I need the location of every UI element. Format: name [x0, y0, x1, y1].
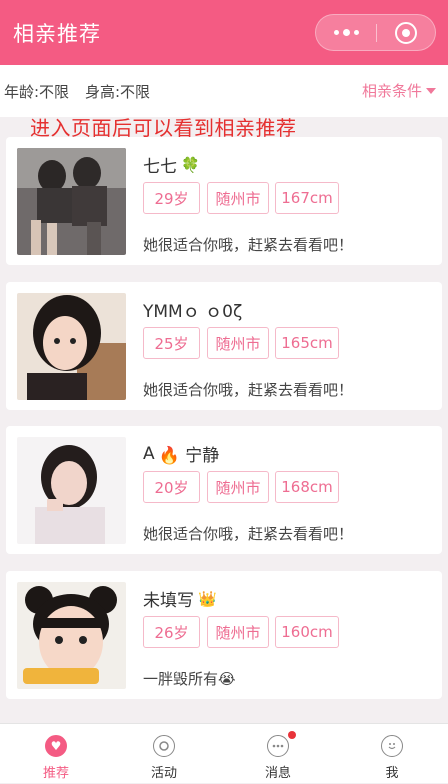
fire-icon: 🔥 宁静 [158, 446, 220, 466]
tab-bar: ♥ 推荐 活动 消息 我 [0, 723, 448, 783]
conditions-dropdown[interactable]: 相亲条件 [362, 80, 436, 101]
avatar[interactable] [17, 582, 126, 689]
profile-name: YMMｏ ｏ0ζ [143, 302, 243, 322]
filter-bar: 年龄:不限 身高:不限 相亲条件 [0, 65, 448, 117]
more-menu-button[interactable] [316, 15, 376, 50]
smile-icon [381, 735, 403, 757]
tab-me[interactable]: 我 [336, 724, 448, 784]
navbar: 相亲推荐 [0, 0, 448, 65]
avatar[interactable] [17, 293, 126, 400]
caret-down-icon [426, 87, 436, 94]
target-icon [153, 735, 175, 757]
age-tag: 26岁 [143, 616, 200, 648]
tab-recommend[interactable]: ♥ 推荐 [0, 724, 112, 784]
clover-icon: 🍀 [181, 155, 200, 174]
height-tag: 167cm [275, 182, 339, 214]
tab-messages[interactable]: 消息 [222, 724, 334, 784]
city-tag: 随州市 [207, 182, 269, 214]
age-tag: 25岁 [143, 327, 200, 359]
dot-icon [342, 29, 350, 36]
capsule-divider [376, 24, 377, 42]
profile-intro: 她很适合你哦，赶紧去看看吧！ [143, 525, 354, 543]
dot-icon [353, 30, 359, 35]
age-tag: 20岁 [143, 471, 200, 503]
avatar[interactable] [17, 437, 126, 544]
city-tag: 随州市 [207, 327, 269, 359]
tab-label: 活动 [150, 766, 177, 781]
close-miniprogram-button[interactable] [395, 22, 417, 44]
profile-name: 未填写 👑 [143, 589, 217, 612]
page-title: 相亲推荐 [13, 22, 101, 46]
tab-label: 消息 [264, 766, 291, 781]
conditions-label: 相亲条件 [361, 82, 422, 100]
record-icon [402, 29, 410, 37]
height-tag: 160cm [275, 616, 339, 648]
age-filter[interactable]: 年龄:不限 [4, 81, 69, 102]
profile-intro: 她很适合你哦，赶紧去看看吧！ [143, 236, 354, 254]
city-tag: 随州市 [207, 616, 269, 648]
tab-label: 推荐 [42, 766, 69, 781]
profile-name: A 🔥 宁静 [143, 441, 220, 467]
profile-card[interactable]: 未填写 👑 26岁 随州市 160cm 一胖毁所有😭 [6, 571, 442, 699]
tab-activity[interactable]: 活动 [108, 724, 220, 784]
tab-label: 我 [385, 766, 399, 781]
profile-intro: 一胖毁所有😭 [143, 670, 236, 688]
age-tag: 29岁 [143, 182, 200, 214]
profile-name: 七七 🍀 [143, 155, 200, 178]
profile-card[interactable]: YMMｏ ｏ0ζ 25岁 随州市 165cm 她很适合你哦，赶紧去看看吧！ [6, 282, 442, 410]
height-filter[interactable]: 身高:不限 [85, 81, 150, 102]
city-tag: 随州市 [207, 471, 269, 503]
crown-icon: 👑 [198, 589, 217, 608]
notification-badge [288, 731, 296, 739]
profile-intro: 她很适合你哦，赶紧去看看吧！ [143, 381, 354, 399]
dot-icon [333, 30, 339, 35]
profile-card[interactable]: A 🔥 宁静 20岁 随州市 168cm 她很适合你哦，赶紧去看看吧！ [6, 426, 442, 554]
height-tag: 165cm [275, 327, 339, 359]
heart-icon: ♥ [45, 735, 67, 757]
avatar[interactable] [17, 148, 126, 255]
height-tag: 168cm [275, 471, 339, 503]
miniprogram-capsule [315, 14, 436, 51]
chat-icon [267, 735, 289, 757]
profile-card[interactable]: 七七 🍀 29岁 随州市 167cm 她很适合你哦，赶紧去看看吧！ [6, 137, 442, 265]
